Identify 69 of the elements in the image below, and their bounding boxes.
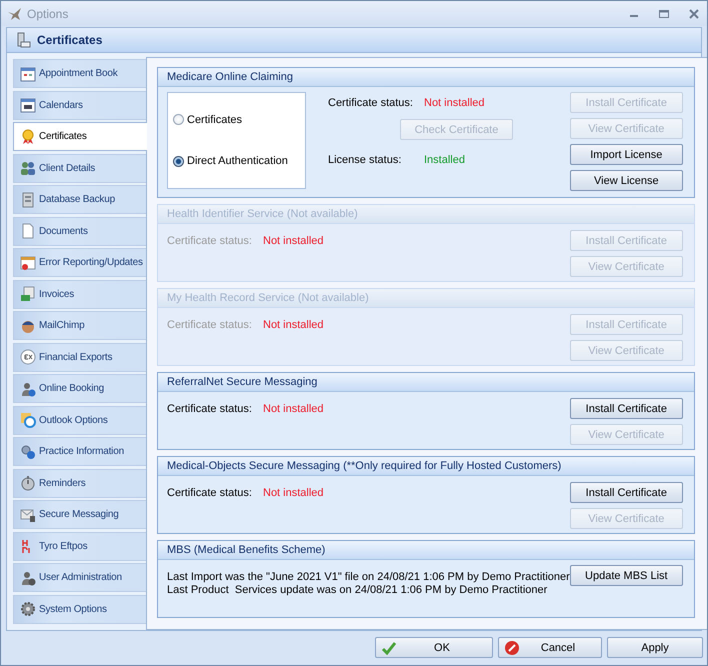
sidebar-item[interactable]: Reminders [13, 468, 146, 498]
sidebar-item[interactable]: Practice Information [13, 437, 146, 466]
radio-icon[interactable] [173, 156, 184, 167]
action-button[interactable]: View License [570, 170, 683, 191]
group-title: Medical-Objects Secure Messaging (**Only required for Fully Hosted Customers) [158, 457, 694, 476]
sidebar-item[interactable]: Client Details [13, 154, 146, 182]
info-text: Last Product Services update was on 24/08/21 1:06 PM by Demo Practitioner [167, 584, 548, 597]
cancel-icon [504, 640, 520, 656]
medal-icon [20, 128, 36, 144]
window-icon [20, 254, 36, 270]
window-title: Options [27, 6, 68, 20]
status-label: Certificate status: [167, 319, 253, 331]
envelope-icon [20, 506, 36, 522]
dialog-button[interactable]: Cancel [498, 637, 602, 658]
calendar-icon [20, 97, 36, 113]
info-text: Last Import was the "June 2021 V1" file on 24/08/21 1:06 PM by Demo Practitioner [167, 571, 570, 584]
document-icon [20, 223, 36, 239]
action-button[interactable]: Install Certificate [570, 482, 683, 503]
status-value: Not installed [263, 487, 324, 499]
radio-button[interactable]: Direct Authentication [173, 155, 305, 168]
people-icon [20, 160, 36, 176]
stopwatch-icon [20, 475, 36, 491]
group-title: ReferralNet Secure Messaging [158, 373, 694, 392]
sidebar-item[interactable]: Error Reporting/Updates [13, 248, 146, 277]
status-label: Certificate status: [328, 97, 414, 109]
radio-icon[interactable] [173, 114, 184, 126]
status-value: Not installed [263, 235, 324, 247]
ex-icon [20, 349, 36, 365]
group-title: Health Identifier Service (Not available) [158, 205, 694, 224]
checkmark-icon [381, 640, 397, 656]
sidebar-item[interactable]: User Administration [13, 563, 146, 592]
dialog-button[interactable]: OK [375, 637, 493, 658]
sidebar-item[interactable]: MailChimp [13, 311, 146, 340]
sidebar-item[interactable]: Online Booking [13, 374, 146, 403]
sidebar-item[interactable]: Tyro Eftpos [13, 532, 146, 560]
status-label: Certificate status: [167, 235, 253, 247]
dialog-button[interactable]: Apply [607, 637, 703, 658]
sidebar-item[interactable]: System Options [13, 594, 146, 624]
status-value: Not installed [263, 319, 324, 331]
sidebar-item[interactable]: Documents [13, 216, 146, 246]
status-label: Certificate status: [167, 487, 253, 499]
status-value: Installed [424, 154, 465, 166]
sidebar-item[interactable]: Calendars [13, 90, 146, 120]
status-value: Not installed [263, 403, 324, 415]
status-label: Certificate status: [167, 403, 253, 415]
action-button[interactable]: Import License [570, 144, 683, 165]
sidebar-item[interactable]: Invoices [13, 280, 146, 308]
gear-icon [20, 601, 36, 617]
server-icon [20, 192, 36, 208]
group-title: Medicare Online Claiming [158, 68, 694, 87]
sidebar-item[interactable]: Appointment Book [13, 59, 146, 88]
group-title: MBS (Medical Benefits Scheme) [158, 541, 694, 560]
status-value: Not installed [424, 97, 485, 109]
user-icon [20, 570, 36, 586]
calendar-icon [20, 66, 36, 82]
sidebar-item[interactable]: Secure Messaging [13, 500, 146, 529]
sidebar-item[interactable]: Database Backup [13, 185, 146, 214]
status-label: License status: [328, 154, 402, 166]
close-icon[interactable] [687, 8, 701, 18]
action-button[interactable]: Install Certificate [570, 398, 683, 419]
user-icon [20, 380, 36, 396]
sidebar-item[interactable]: Outlook Options [13, 406, 146, 434]
action-button[interactable]: Update MBS List [570, 565, 683, 586]
maximize-icon[interactable] [657, 8, 671, 18]
sidebar-item[interactable]: Certificates [13, 122, 147, 151]
section-heading: Certificates [37, 33, 102, 47]
radio-button[interactable]: Certificates [173, 114, 305, 126]
group-title: My Health Record Service (Not available) [158, 289, 694, 308]
sidebar-item[interactable]: Financial Exports [13, 342, 146, 372]
